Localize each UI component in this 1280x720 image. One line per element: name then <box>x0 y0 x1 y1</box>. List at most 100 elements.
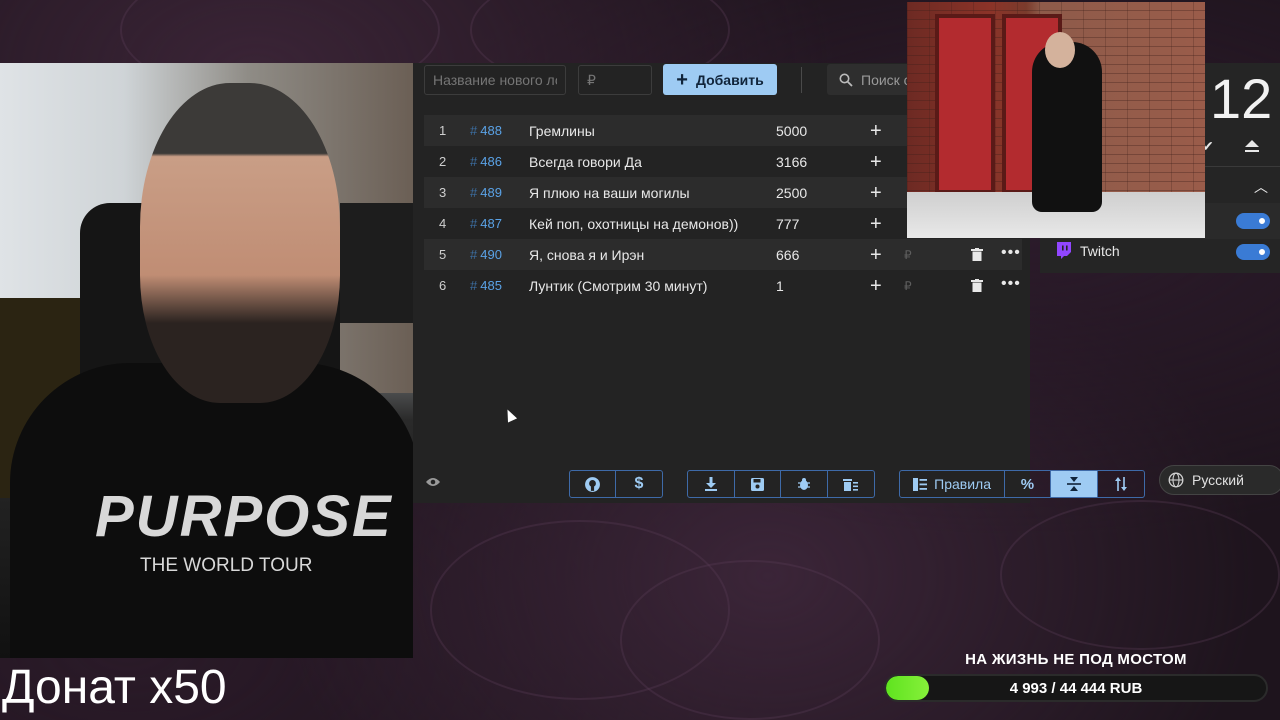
hash-icon: # <box>470 278 478 293</box>
compact-view-button[interactable] <box>1050 471 1099 497</box>
background-petal <box>620 560 880 720</box>
download-button[interactable] <box>688 471 735 497</box>
dancer-figure <box>1032 42 1102 212</box>
lot-amount: 1 <box>776 277 784 294</box>
lot-amount: 3166 <box>776 153 808 170</box>
donation-goal-title: НА ЖИЗНЬ НЕ ПОД МОСТОМ <box>965 651 1187 668</box>
lot-price-input[interactable] <box>578 65 652 95</box>
lot-index: 5 <box>439 247 447 262</box>
add-lot-label: Добавить <box>695 71 764 88</box>
add-amount-icon[interactable]: + <box>870 183 882 203</box>
lot-id-number: 489 <box>480 185 502 200</box>
more-options-icon[interactable]: ••• <box>1001 275 1021 293</box>
hash-icon: # <box>470 247 478 262</box>
lot-id[interactable]: #489 <box>470 185 502 200</box>
add-lot-button[interactable]: + Добавить <box>663 64 777 95</box>
shirt-print-title: PURPOSE <box>95 484 393 549</box>
add-amount-icon[interactable]: + <box>870 121 882 141</box>
add-amount-icon[interactable]: + <box>870 152 882 172</box>
timer-display: 12 <box>1210 67 1273 130</box>
bug-report-button[interactable] <box>781 471 828 497</box>
hash-icon: # <box>470 185 478 200</box>
rules-button[interactable]: Правила <box>900 471 1006 497</box>
video-overlay <box>907 2 1205 238</box>
clear-list-icon <box>843 478 859 491</box>
download-icon <box>704 477 717 491</box>
save-icon <box>750 477 764 491</box>
links-group: $ <box>569 470 663 498</box>
trash-icon[interactable] <box>971 279 983 292</box>
lot-index: 6 <box>439 278 447 293</box>
lot-title[interactable]: Кей поп, охотницы на демонов)) <box>529 216 738 232</box>
save-button[interactable] <box>735 471 781 497</box>
lot-id-number: 490 <box>480 247 502 262</box>
lot-title[interactable]: Лунтик (Смотрим 30 минут) <box>529 278 707 294</box>
twitch-label: Twitch <box>1080 242 1120 259</box>
lot-index: 1 <box>439 123 447 138</box>
lot-title[interactable]: Я, снова я и Ирэн <box>529 247 644 263</box>
rules-icon <box>913 477 928 491</box>
lot-amount: 777 <box>776 215 800 232</box>
lot-row: 6 #485 Лунтик (Смотрим 30 минут) 1 + ₽ •… <box>424 270 1022 301</box>
lot-id[interactable]: #488 <box>470 123 502 138</box>
lot-id[interactable]: #486 <box>470 154 502 169</box>
language-select[interactable]: Русский <box>1159 465 1280 495</box>
percent-button[interactable]: % <box>1005 471 1051 497</box>
more-options-icon[interactable]: ••• <box>1001 244 1021 262</box>
add-amount-icon[interactable]: + <box>870 276 882 296</box>
language-label: Русский <box>1192 472 1244 488</box>
hash-icon: # <box>470 154 478 169</box>
dollar-icon: $ <box>634 475 644 492</box>
twitch-icon <box>1057 242 1071 259</box>
background-petal <box>1000 500 1280 650</box>
eye-icon[interactable] <box>425 476 441 488</box>
integration-toggle[interactable] <box>1236 213 1270 229</box>
lot-id-number: 485 <box>480 278 502 293</box>
twitch-toggle[interactable] <box>1236 244 1270 260</box>
twitch-integration[interactable]: Twitch <box>1056 242 1120 259</box>
lot-title[interactable]: Я плюю на ваши могилы <box>529 185 690 201</box>
webcam-poster <box>340 203 413 323</box>
lot-amount: 2500 <box>776 184 808 201</box>
lot-id[interactable]: #485 <box>470 278 502 293</box>
shirt-print-subtitle: THE WORLD TOUR <box>140 555 313 576</box>
amount-input-currency[interactable]: ₽ <box>904 279 912 293</box>
lot-id[interactable]: #490 <box>470 247 502 262</box>
search-icon <box>839 73 853 87</box>
clear-list-button[interactable] <box>828 471 874 497</box>
eject-icon[interactable] <box>1244 139 1260 153</box>
lot-index: 2 <box>439 154 447 169</box>
globe-icon <box>1168 472 1184 488</box>
github-icon <box>585 476 600 492</box>
lot-name-input[interactable] <box>424 65 566 95</box>
percent-icon: % <box>1020 475 1035 493</box>
add-amount-icon[interactable]: + <box>870 214 882 234</box>
webcam-feed: PURPOSE THE WORLD TOUR <box>0 63 413 658</box>
chevron-up-icon[interactable]: ︿ <box>1254 177 1268 197</box>
lot-row: 5 #490 Я, снова я и Ирэн 666 + ₽ ••• <box>424 239 1022 270</box>
donation-goal-bar: 4 993 / 44 444 RUB <box>884 674 1268 702</box>
donation-goal-progress: 4 993 / 44 444 RUB <box>1009 679 1143 697</box>
lot-index: 4 <box>439 216 447 231</box>
add-amount-icon[interactable]: + <box>870 245 882 265</box>
sort-icon <box>1115 477 1128 491</box>
lot-title[interactable]: Гремлины <box>529 123 595 139</box>
trash-icon[interactable] <box>971 248 983 261</box>
sort-button[interactable] <box>1098 471 1144 497</box>
plus-icon: + <box>676 68 688 91</box>
github-button[interactable] <box>570 471 616 497</box>
lot-id[interactable]: #487 <box>470 216 502 231</box>
amount-input-currency[interactable]: ₽ <box>904 248 912 262</box>
lot-id-number: 488 <box>480 123 502 138</box>
bug-icon <box>797 478 810 490</box>
lot-index: 3 <box>439 185 447 200</box>
bottom-toolbar: $ Правила % <box>413 468 1145 500</box>
red-door <box>935 14 995 194</box>
compress-icon <box>1067 477 1082 491</box>
donation-multiplier-label: Донат x50 <box>2 661 227 714</box>
settings-group: Правила % <box>899 470 1145 498</box>
donate-button[interactable]: $ <box>616 471 662 497</box>
lot-id-number: 486 <box>480 154 502 169</box>
file-actions-group <box>687 470 875 498</box>
lot-title[interactable]: Всегда говори Да <box>529 154 642 170</box>
